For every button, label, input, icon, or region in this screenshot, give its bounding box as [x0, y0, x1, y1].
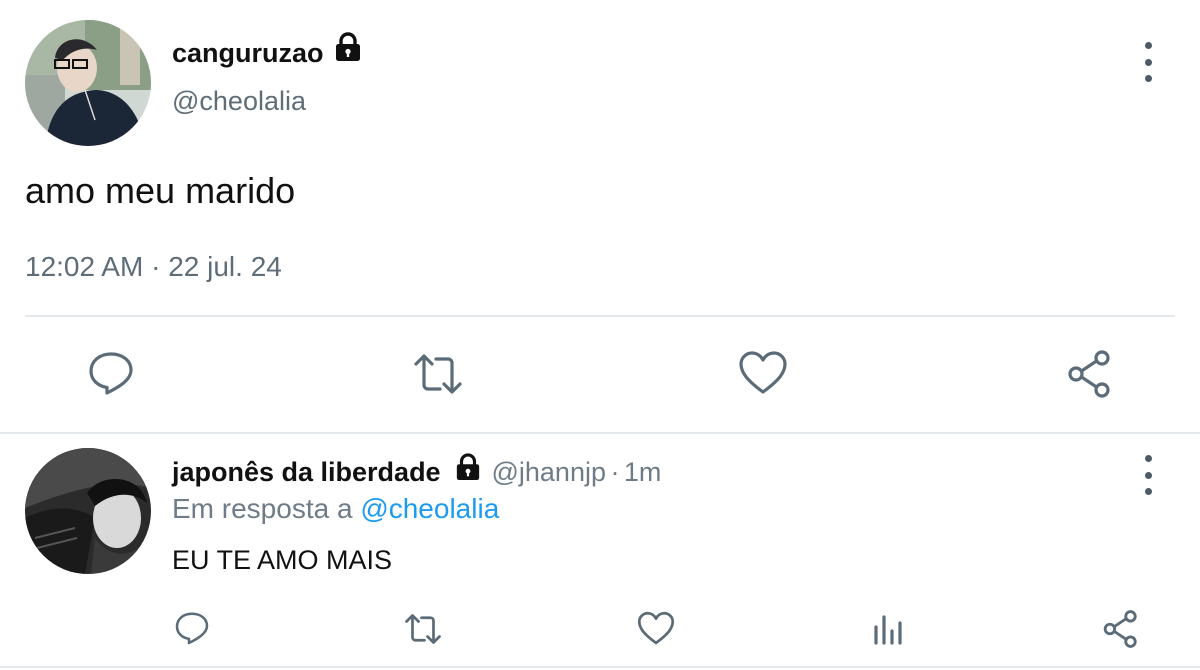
meta-separator: · — [151, 251, 161, 282]
reply-icon[interactable] — [174, 610, 210, 646]
share-icon[interactable] — [1102, 610, 1140, 648]
views-icon[interactable] — [872, 613, 906, 645]
heart-icon[interactable] — [738, 350, 788, 396]
reply-user-header: japonês da liberdade @jhannjp · 1m — [172, 453, 661, 488]
tweet-time: 12:02 AM — [25, 251, 144, 282]
reply-prefix: Em resposta a — [172, 493, 353, 524]
reply-text: EU TE AMO MAIS — [172, 545, 393, 575]
retweet-icon[interactable] — [410, 352, 466, 396]
share-icon[interactable] — [1066, 350, 1114, 398]
divider — [0, 666, 1200, 668]
retweet-icon[interactable] — [402, 612, 444, 646]
more-vertical-icon[interactable] — [1138, 42, 1158, 82]
divider — [25, 315, 1175, 317]
reply-display-name[interactable]: japonês da liberdade — [172, 457, 441, 487]
tweet-timestamp: 12:02 AM · 22 jul. 24 — [25, 251, 282, 283]
reply-icon[interactable] — [87, 350, 135, 396]
reply-mention-link[interactable]: @cheolalia — [360, 493, 499, 524]
main-handle[interactable]: @cheolalia — [172, 86, 306, 117]
reply-context: Em resposta a @cheolalia — [172, 493, 499, 525]
meta-separator: · — [610, 457, 620, 487]
reply-age: 1m — [623, 457, 662, 487]
main-display-name[interactable]: canguruzao — [172, 38, 324, 68]
lock-icon — [334, 32, 362, 67]
tweet-date: 22 jul. 24 — [168, 251, 282, 282]
reply-handle[interactable]: @jhannjp — [491, 457, 606, 487]
more-vertical-icon[interactable] — [1138, 455, 1158, 495]
lock-icon — [455, 453, 481, 486]
divider — [0, 432, 1200, 434]
main-user-header: canguruzao — [172, 32, 362, 69]
tweet-text: amo meu marido — [25, 170, 296, 211]
heart-icon[interactable] — [637, 611, 675, 646]
avatar-main[interactable] — [25, 20, 151, 146]
avatar-reply[interactable] — [25, 448, 151, 574]
